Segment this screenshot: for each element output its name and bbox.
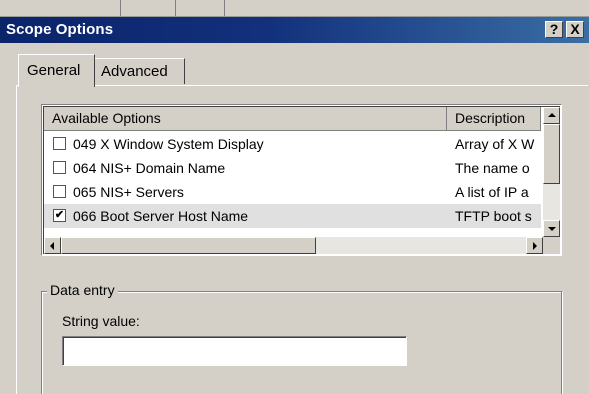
toolbar-separator (175, 0, 176, 16)
vertical-scrollbar[interactable] (543, 107, 560, 237)
option-description: The name o (455, 160, 530, 176)
string-value-input[interactable] (62, 336, 407, 366)
tab-general-label: General (27, 62, 81, 79)
scope-options-dialog: Scope Options ? X General Advanced Avail… (0, 0, 589, 394)
column-header-available-options[interactable]: Available Options (44, 107, 447, 131)
help-button[interactable]: ? (545, 21, 563, 38)
column-header-description[interactable]: Description (447, 107, 541, 131)
option-name: 064 NIS+ Domain Name (73, 160, 226, 176)
option-checkbox[interactable] (53, 137, 66, 150)
option-checkbox[interactable] (53, 161, 66, 174)
tab-general[interactable]: General (18, 54, 95, 87)
arrow-left-icon (50, 242, 54, 250)
scroll-left-button[interactable] (44, 237, 61, 254)
string-value-label: String value: (62, 313, 140, 329)
scroll-down-button[interactable] (543, 220, 560, 237)
vertical-scroll-thumb[interactable] (543, 124, 560, 184)
list-item[interactable]: ✔ 066 Boot Server Host Name TFTP boot s (44, 204, 541, 228)
option-name: 066 Boot Server Host Name (73, 208, 249, 224)
toolbar-separator (224, 0, 225, 16)
scrollbar-corner (543, 237, 560, 254)
option-name: 065 NIS+ Servers (73, 184, 184, 200)
option-description: TFTP boot s (455, 208, 532, 224)
tab-advanced[interactable]: Advanced (95, 58, 185, 84)
dialog-title: Scope Options (6, 21, 114, 38)
horizontal-scroll-thumb[interactable] (61, 237, 316, 254)
scroll-up-button[interactable] (543, 107, 560, 124)
background-toolbar-strip (0, 0, 589, 17)
list-inner: Available Options Description 049 X Wind… (43, 106, 560, 254)
list-item[interactable]: 064 NIS+ Domain Name The name o (44, 156, 541, 180)
scroll-right-button[interactable] (526, 237, 543, 254)
list-item[interactable]: 049 X Window System Display Array of X W (44, 132, 541, 156)
option-checkbox[interactable]: ✔ (53, 209, 66, 222)
option-name: 049 X Window System Display (73, 136, 264, 152)
toolbar-separator (120, 0, 121, 16)
arrow-up-icon (548, 113, 556, 117)
arrow-down-icon (548, 227, 556, 231)
horizontal-scrollbar[interactable] (44, 237, 543, 254)
tab-advanced-label: Advanced (101, 63, 168, 80)
data-entry-group-title: Data entry (47, 282, 118, 298)
close-button[interactable]: X (566, 21, 584, 38)
list-item[interactable]: 065 NIS+ Servers A list of IP a (44, 180, 541, 204)
arrow-right-icon (533, 242, 537, 250)
option-checkbox[interactable] (53, 185, 66, 198)
title-bar[interactable]: Scope Options ? X (0, 17, 589, 43)
option-description: Array of X W (455, 136, 535, 152)
option-description: A list of IP a (455, 184, 529, 200)
available-options-list[interactable]: Available Options Description 049 X Wind… (41, 104, 562, 256)
